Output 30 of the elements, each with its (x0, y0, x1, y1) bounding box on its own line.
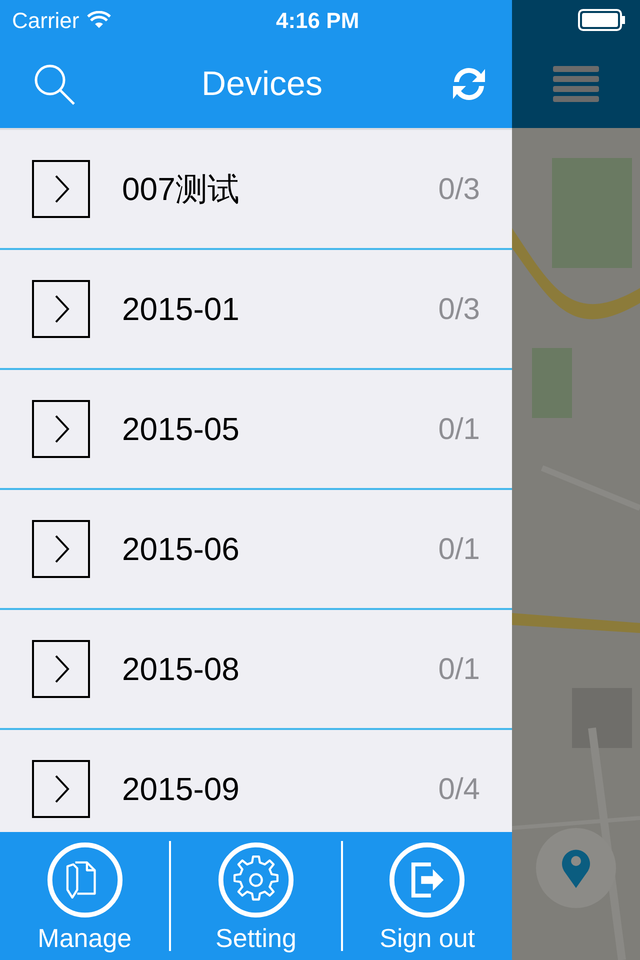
group-name: 2015-01 (122, 290, 240, 329)
group-name: 2015-08 (122, 650, 240, 689)
expand-chevron-icon (32, 160, 90, 218)
online-count: 0/4 (438, 772, 480, 808)
gear-icon (216, 841, 295, 919)
online-count: 0/1 (438, 412, 480, 448)
expand-chevron-icon (32, 520, 90, 578)
online-count: 0/3 (438, 292, 480, 328)
group-name: 2015-09 (122, 770, 240, 809)
menu-button[interactable] (553, 66, 599, 102)
battery-icon (578, 9, 626, 31)
search-icon (32, 62, 76, 106)
group-name: 2015-06 (122, 530, 240, 569)
online-count: 0/1 (438, 532, 480, 568)
carrier-name: Carrier (12, 6, 80, 34)
expand-chevron-icon (32, 400, 90, 458)
online-count: 0/3 (438, 172, 480, 208)
online-count: 0/1 (438, 652, 480, 688)
group-name: 007测试 (122, 170, 240, 209)
search-button[interactable] (32, 62, 76, 106)
status-time: 4:16 PM (276, 6, 360, 34)
expand-chevron-icon (32, 280, 90, 338)
group-name: 2015-05 (122, 410, 240, 449)
expand-chevron-icon (32, 760, 90, 818)
pencil-document-icon (46, 841, 124, 919)
expand-chevron-icon (32, 640, 90, 698)
nav-title: Devices (200, 64, 324, 104)
wifi-icon (87, 11, 112, 29)
location-pin-icon (561, 847, 591, 889)
menu-icon (553, 66, 599, 102)
